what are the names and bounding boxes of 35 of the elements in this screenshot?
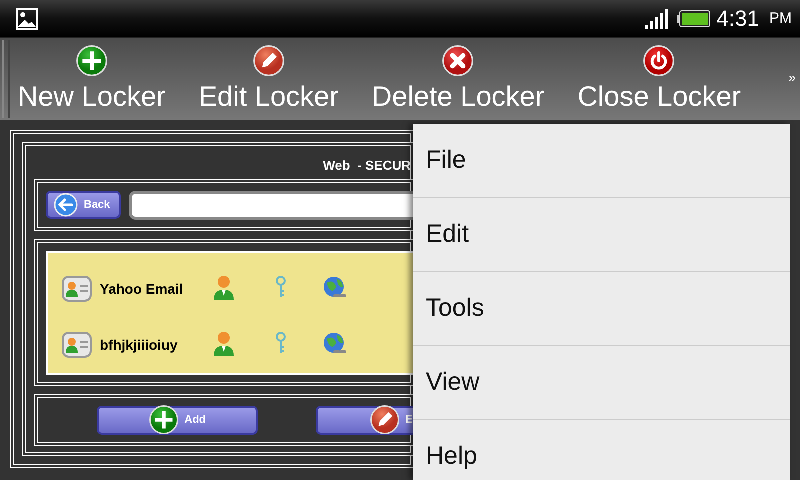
entry-name[interactable]: bfhjkjiiioiuy [100, 337, 212, 353]
edit-button[interactable]: E [316, 406, 413, 434]
clock-time: 4:31 [716, 6, 760, 32]
person-icon [212, 274, 236, 300]
plus-icon [148, 405, 179, 435]
menu-item[interactable]: Help [413, 420, 790, 480]
action-button[interactable]: Delete Locker [372, 45, 545, 120]
pencil-icon [370, 405, 400, 435]
plus-icon [76, 45, 108, 77]
clock-ampm: PM [770, 10, 792, 27]
menu-item[interactable]: Edit [413, 198, 790, 272]
drag-handle[interactable] [2, 40, 10, 118]
locker-title: Web - SECUR [322, 157, 412, 175]
contact-card-icon [62, 276, 92, 302]
menu-item[interactable]: View [413, 346, 790, 420]
contact-card-icon [62, 332, 92, 358]
overflow-button[interactable]: » [788, 70, 796, 85]
signal-icon [644, 8, 671, 28]
action-button[interactable]: Edit Locker [198, 45, 339, 120]
menu-item[interactable]: File [413, 124, 790, 198]
delete-icon [442, 45, 474, 77]
person-icon [212, 330, 236, 356]
action-button[interactable]: Close Locker [578, 45, 742, 120]
pencil-icon [252, 45, 285, 77]
key-icon [275, 332, 287, 354]
add-button[interactable]: Add [97, 406, 258, 434]
battery-icon [676, 10, 711, 28]
power-icon [643, 45, 676, 77]
action-button[interactable]: New Locker [18, 45, 166, 120]
menu-item[interactable]: Tools [413, 272, 790, 346]
picture-icon [16, 8, 38, 30]
entry-name[interactable]: Yahoo Email [100, 281, 212, 297]
search-field[interactable] [129, 190, 413, 220]
back-button[interactable]: Back [46, 191, 121, 219]
key-icon [275, 276, 287, 298]
